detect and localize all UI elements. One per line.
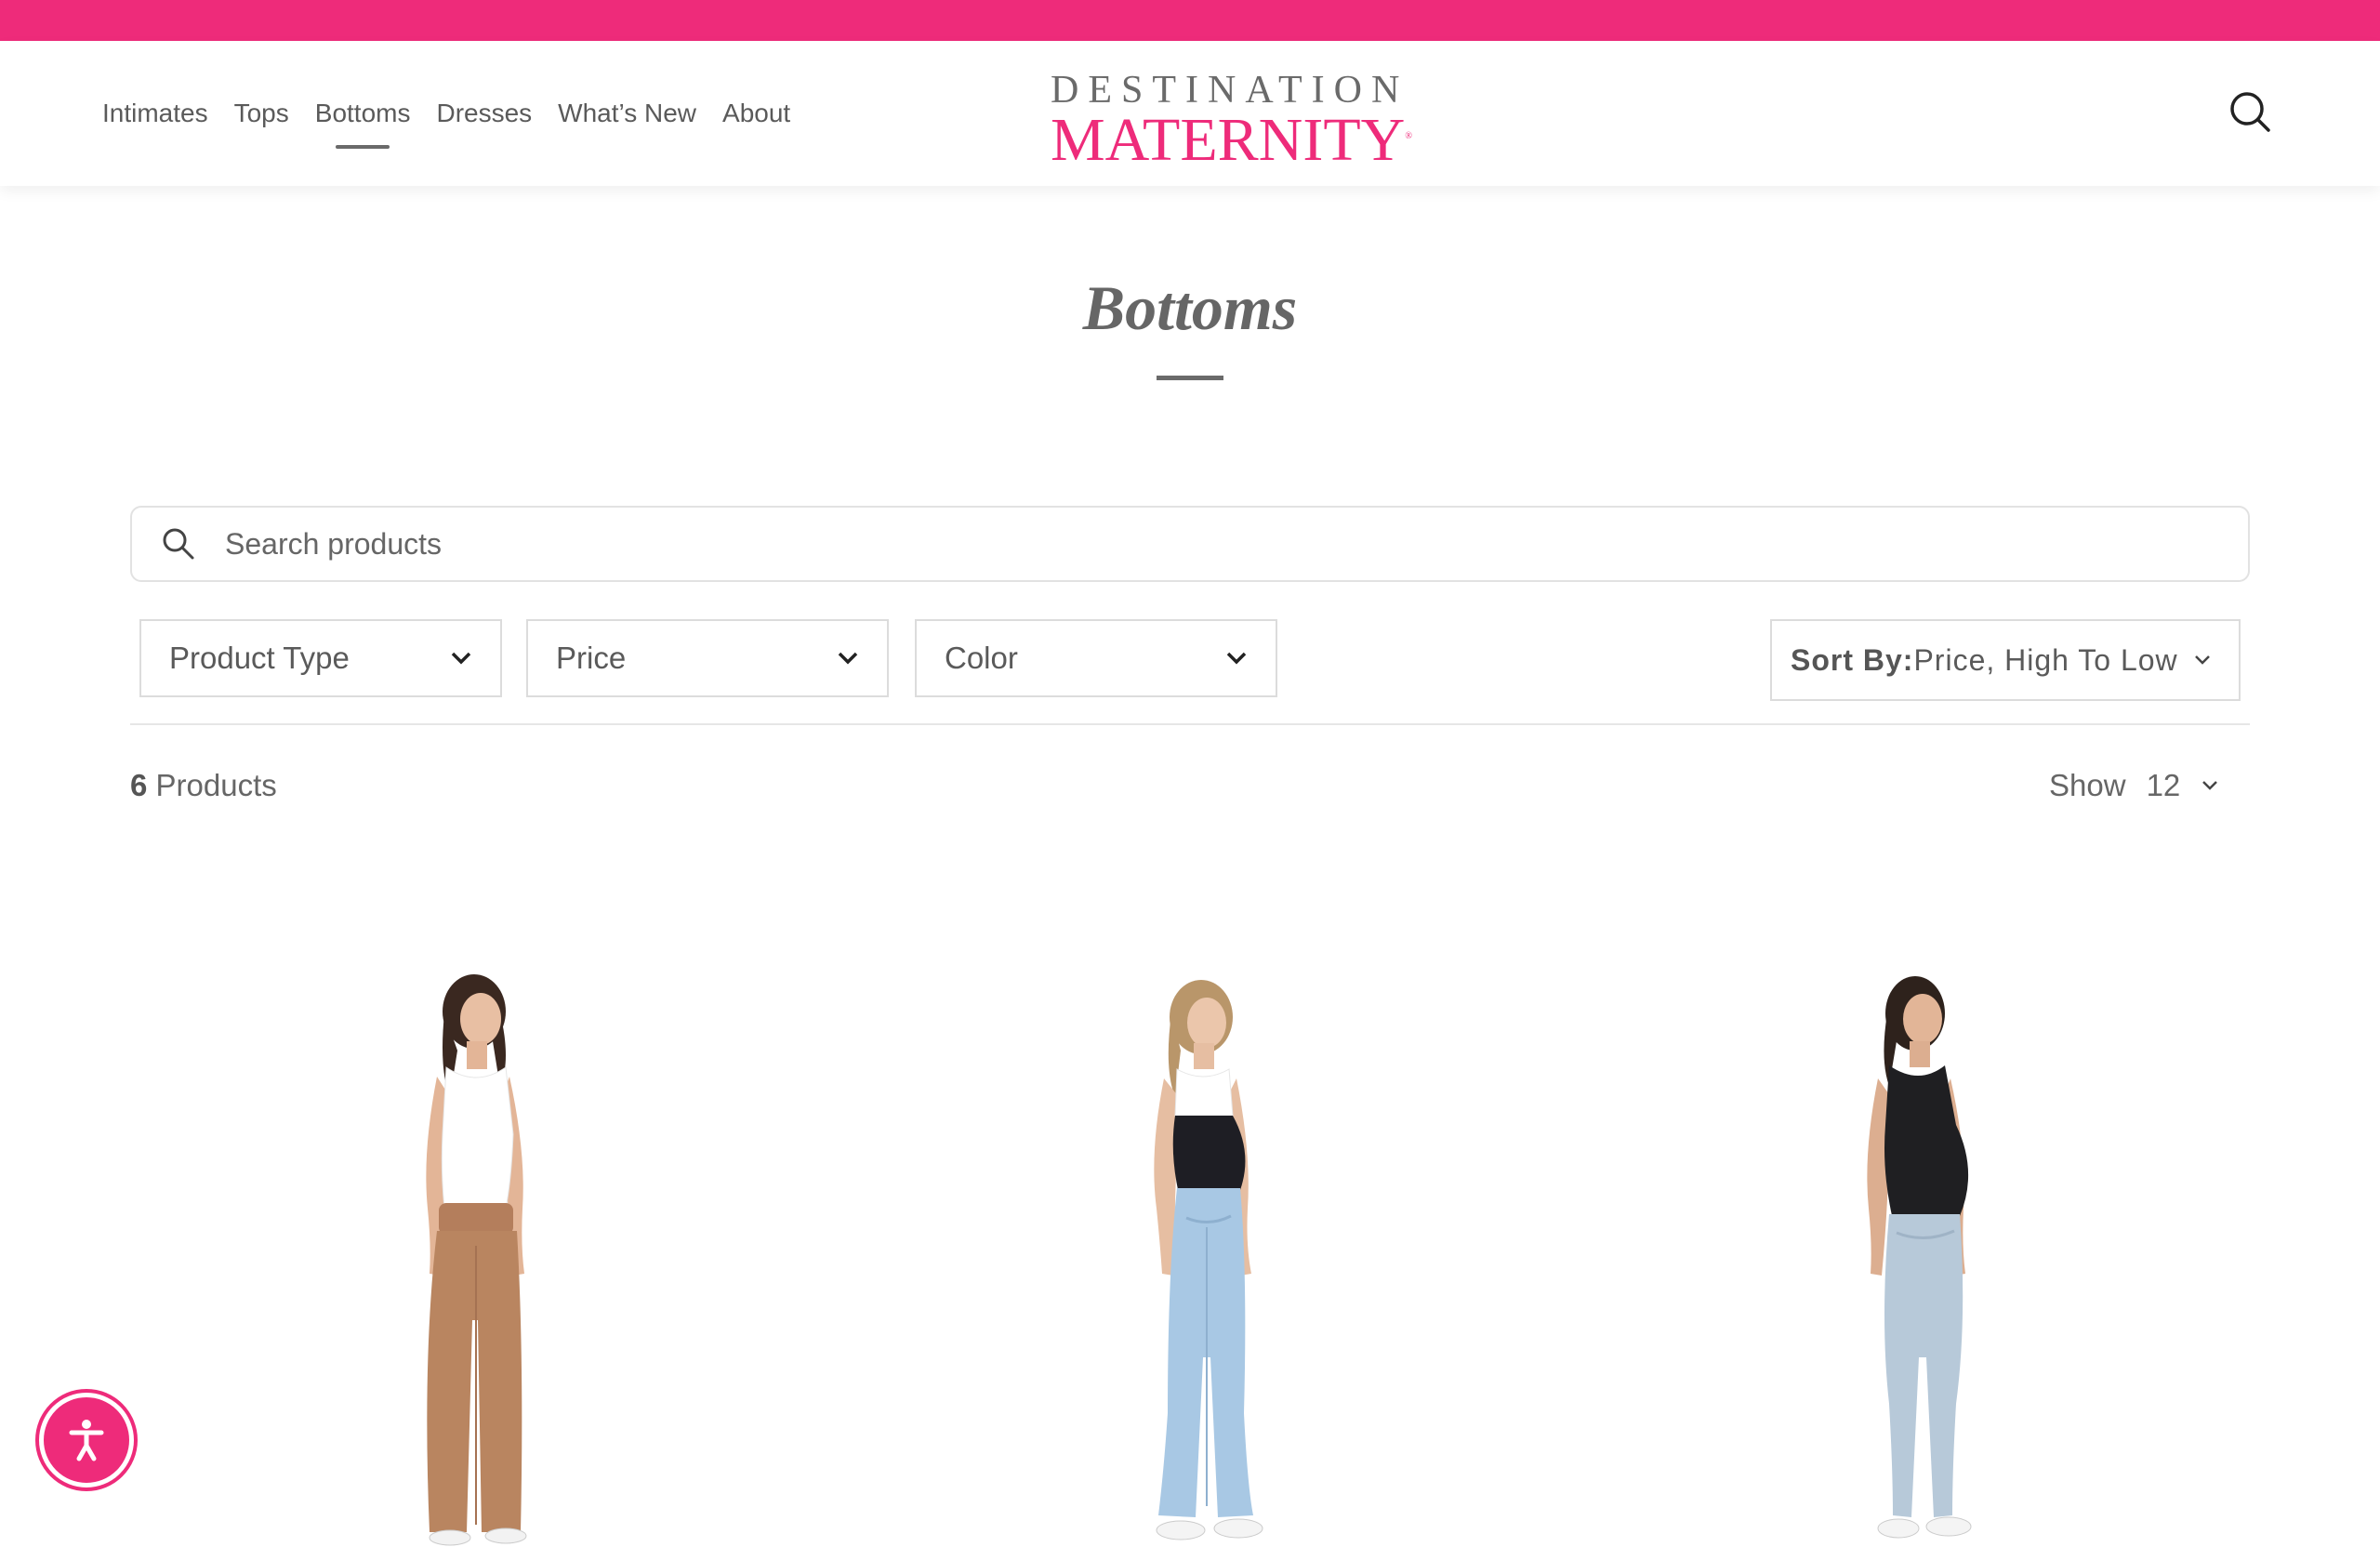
- filter-label: Color: [945, 641, 1018, 675]
- product-image[interactable]: [1004, 967, 1376, 1547]
- nav-item-about[interactable]: About: [722, 99, 790, 128]
- filter-product-type[interactable]: Product Type: [139, 619, 502, 697]
- search-icon: [163, 528, 194, 560]
- nav-item-whats-new[interactable]: What’s New: [558, 99, 696, 128]
- logo-line-2: MATERNITY®: [1051, 108, 1412, 171]
- chevron-down-icon: [838, 652, 858, 665]
- filter-color[interactable]: Color: [915, 619, 1277, 697]
- chevron-down-icon: [451, 652, 471, 665]
- search-input[interactable]: [225, 526, 2084, 562]
- page-title: Bottoms: [1082, 272, 1298, 343]
- accessibility-icon: [69, 1420, 104, 1461]
- product-count-label: Products: [155, 768, 277, 802]
- sort-prefix: Sort By:: [1791, 642, 1914, 677]
- product-card[interactable]: [290, 967, 662, 1547]
- product-count-number: 6: [130, 768, 148, 802]
- accessibility-button[interactable]: [39, 1393, 134, 1488]
- logo-line-2-text: MATERNITY: [1051, 106, 1406, 174]
- product-count: 6 Products: [130, 768, 277, 803]
- show-value: 12: [2146, 768, 2181, 802]
- nav-item-dresses[interactable]: Dresses: [436, 99, 532, 128]
- title-underline: [1157, 376, 1223, 380]
- nav-item-bottoms[interactable]: Bottoms: [315, 99, 410, 149]
- filter-divider: [130, 723, 2250, 725]
- logo-line-1: DESTINATION: [1051, 69, 1409, 112]
- site-logo[interactable]: DESTINATION MATERNITY®: [1051, 69, 1412, 171]
- search-icon[interactable]: [2228, 89, 2274, 136]
- show-per-page[interactable]: Show 12: [2049, 768, 2219, 803]
- chevron-down-icon: [2202, 781, 2218, 790]
- sort-value: Price, High To Low: [1913, 642, 2178, 677]
- product-search[interactable]: [130, 506, 2250, 582]
- main-nav: Intimates Tops Bottoms Dresses What’s Ne…: [102, 41, 790, 186]
- product-card[interactable]: [1729, 967, 2101, 1547]
- nav-item-tops[interactable]: Tops: [234, 99, 289, 128]
- site-header: Intimates Tops Bottoms Dresses What’s Ne…: [0, 41, 2380, 186]
- sort-select[interactable]: Sort By: Price, High To Low: [1770, 619, 2241, 701]
- filter-label: Product Type: [169, 641, 350, 675]
- show-label: Show: [2049, 768, 2126, 802]
- product-card[interactable]: [1004, 967, 1376, 1547]
- logo-registered-mark: ®: [1405, 131, 1412, 141]
- filter-label: Price: [556, 641, 627, 675]
- product-image[interactable]: [1729, 967, 2101, 1547]
- chevron-down-icon: [1226, 652, 1247, 665]
- chevron-down-icon: [2194, 655, 2210, 665]
- product-image[interactable]: [290, 967, 662, 1547]
- filter-price[interactable]: Price: [526, 619, 889, 697]
- promo-bar: [0, 0, 2380, 41]
- nav-item-intimates[interactable]: Intimates: [102, 99, 208, 128]
